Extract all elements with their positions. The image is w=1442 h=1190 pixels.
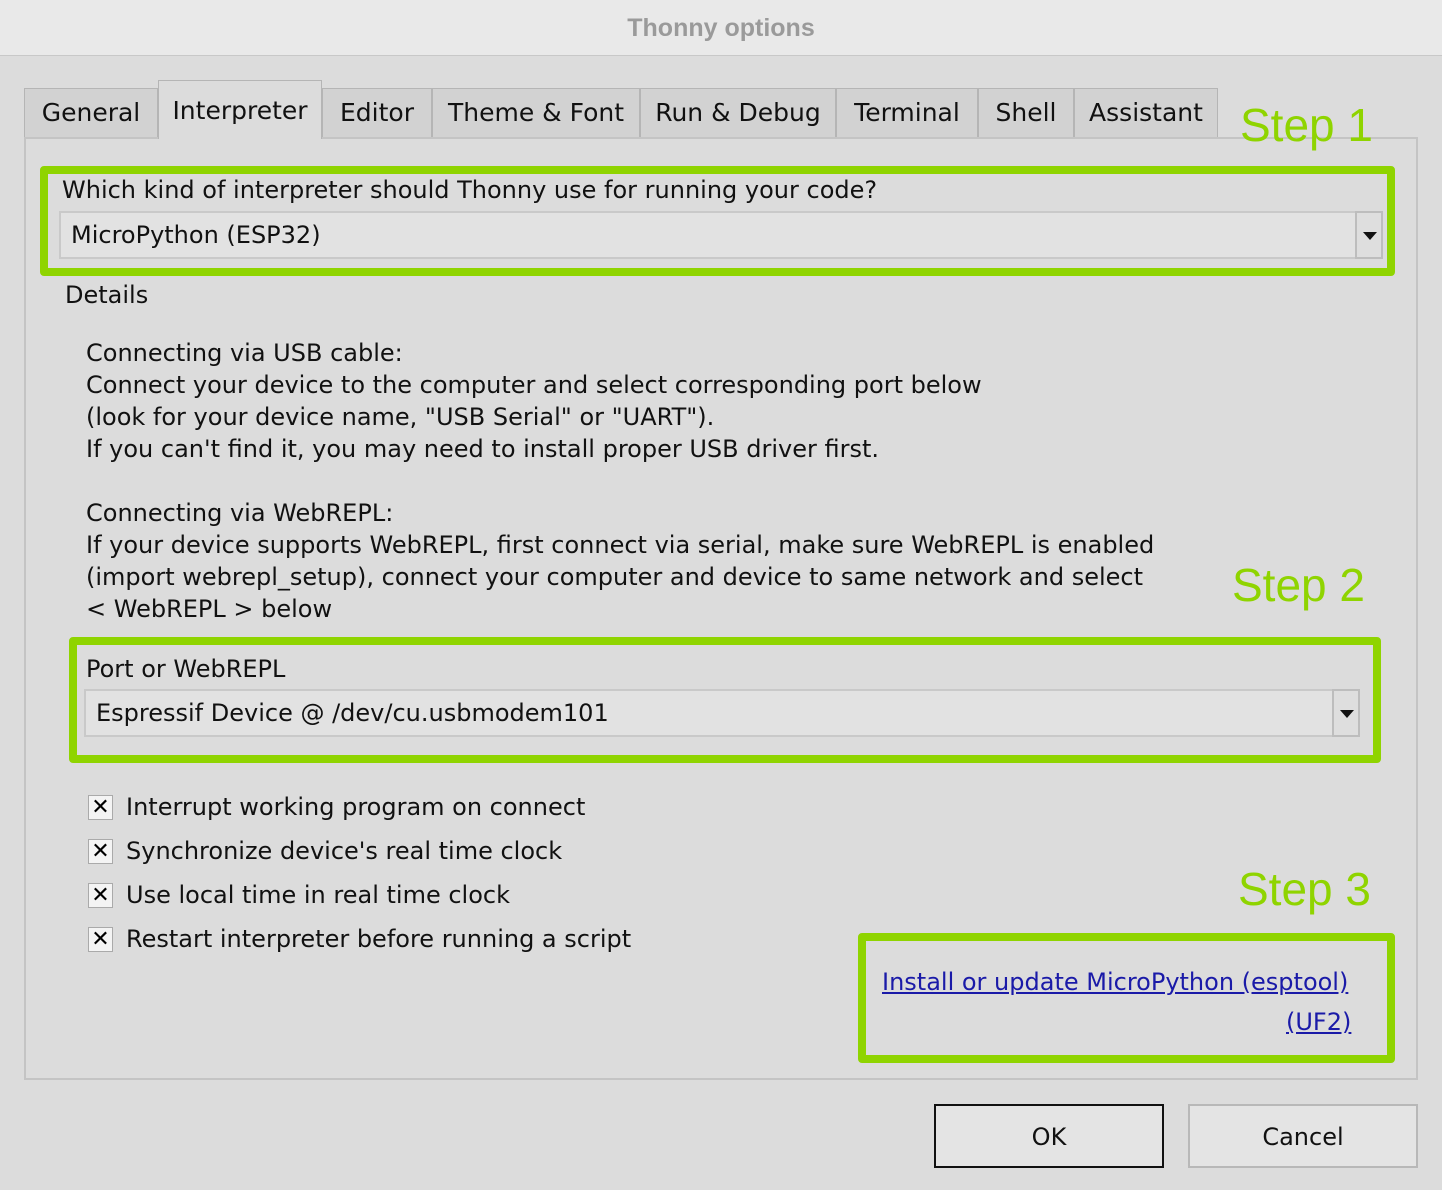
details-heading: Details: [65, 281, 149, 309]
port-select[interactable]: Espressif Device @ /dev/cu.usbmodem101: [84, 689, 1334, 737]
port-label: Port or WebREPL: [86, 655, 286, 683]
option-label: Use local time in real time clock: [126, 881, 510, 909]
tab-shell[interactable]: Shell: [978, 88, 1074, 138]
option-label: Interrupt working program on connect: [126, 793, 586, 821]
details-line: Connecting via WebREPL:: [86, 499, 394, 527]
option-label: Synchronize device's real time clock: [126, 837, 563, 865]
details-line: Connect your device to the computer and …: [86, 371, 982, 399]
interpreter-dropdown-arrow-icon[interactable]: [1355, 211, 1383, 259]
checkbox-checked-icon[interactable]: ✕: [88, 927, 113, 952]
details-line: [86, 465, 1154, 497]
step2-label: Step 2: [1232, 559, 1365, 611]
details-line: If you can't find it, you may need to in…: [86, 435, 880, 463]
interpreter-question: Which kind of interpreter should Thonny …: [62, 176, 878, 204]
checkbox-checked-icon[interactable]: ✕: [88, 839, 113, 864]
interpreter-select[interactable]: MicroPython (ESP32): [59, 211, 1357, 259]
window-title: Thonny options: [0, 0, 1442, 56]
tab-run-debug[interactable]: Run & Debug: [640, 88, 836, 138]
details-text: Connecting via USB cable: Connect your d…: [86, 337, 1154, 625]
step3-label: Step 3: [1238, 863, 1371, 915]
tab-editor[interactable]: Editor: [322, 88, 432, 138]
port-dropdown-arrow-icon[interactable]: [1332, 689, 1360, 737]
cancel-button[interactable]: Cancel: [1188, 1104, 1418, 1168]
details-line: If your device supports WebREPL, first c…: [86, 531, 1155, 559]
checkbox-checked-icon[interactable]: ✕: [88, 883, 113, 908]
details-line: Connecting via USB cable:: [86, 339, 403, 367]
install-micropython-uf2-link[interactable]: (UF2): [1286, 1008, 1351, 1036]
tab-theme-font[interactable]: Theme & Font: [432, 88, 640, 138]
tab-terminal[interactable]: Terminal: [836, 88, 978, 138]
step1-label: Step 1: [1240, 99, 1373, 151]
details-line: (look for your device name, "USB Serial"…: [86, 403, 715, 431]
option-label: Restart interpreter before running a scr…: [126, 925, 632, 953]
details-line: < WebREPL > below: [86, 595, 333, 623]
tab-general[interactable]: General: [24, 88, 158, 138]
tab-assistant[interactable]: Assistant: [1074, 88, 1218, 138]
checkbox-checked-icon[interactable]: ✕: [88, 795, 113, 820]
details-line: (import webrepl_setup), connect your com…: [86, 563, 1144, 591]
ok-button[interactable]: OK: [934, 1104, 1164, 1168]
tab-interpreter[interactable]: Interpreter: [158, 80, 322, 139]
install-micropython-esptool-link[interactable]: Install or update MicroPython (esptool): [882, 968, 1348, 996]
